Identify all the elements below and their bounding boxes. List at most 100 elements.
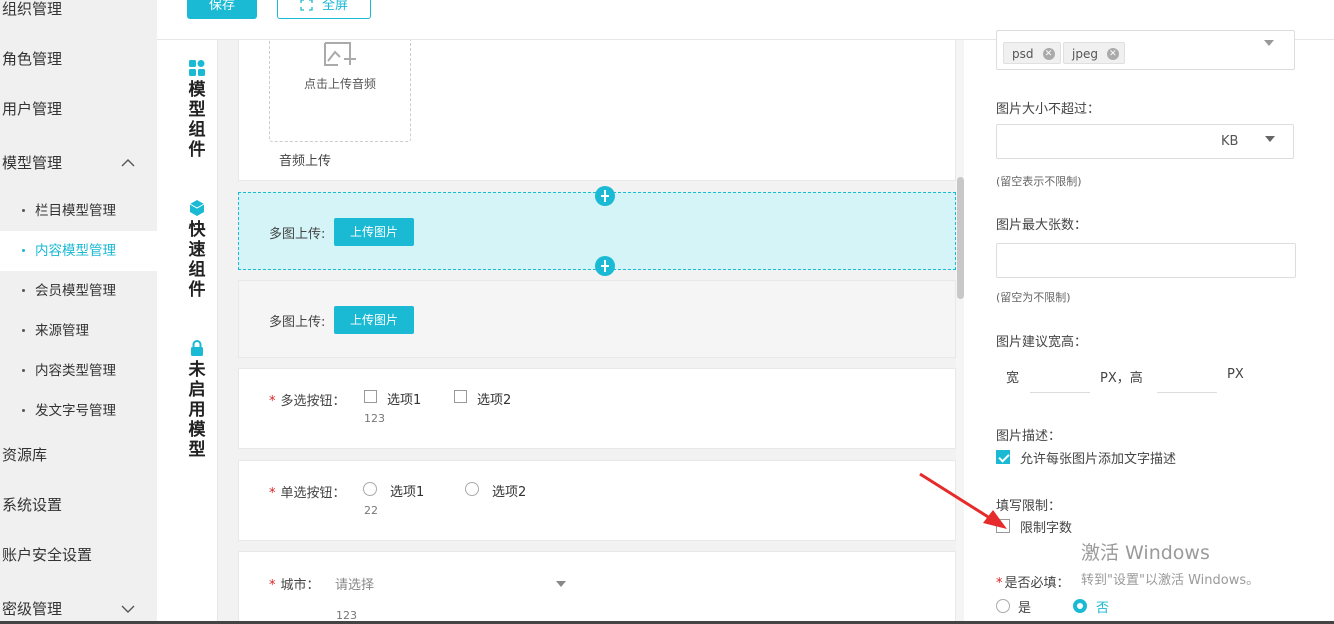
sidebar-item-org[interactable]: 组织管理 <box>2 0 62 21</box>
required-asterisk: * <box>996 576 1003 591</box>
rail-model-components[interactable]: 模型组件 <box>178 60 216 160</box>
tag-label: psd <box>1012 47 1034 61</box>
sidebar-item-resources[interactable]: 资源库 <box>2 443 47 467</box>
sidebar-subitem-label: 会员模型管理 <box>35 283 116 299</box>
checkbox-option-2[interactable] <box>454 390 467 403</box>
rail-group-label: 模型组件 <box>188 80 206 160</box>
sidebar-item-secret-level[interactable]: 密级管理 <box>2 597 152 621</box>
chevron-down-icon <box>121 605 135 613</box>
width-input[interactable] <box>1030 392 1090 393</box>
image-desc-label: 图片描述： <box>996 429 1062 444</box>
image-size-input[interactable]: KB <box>996 124 1294 159</box>
bullet-icon <box>22 209 25 212</box>
checkbox-option-2-label: 选项2 <box>477 393 512 408</box>
audio-upload-label: 音频上传 <box>279 154 332 169</box>
sidebar-subitem-label: 来源管理 <box>35 323 89 339</box>
sidebar-item-label: 用户管理 <box>2 100 63 118</box>
sidebar-item-roles[interactable]: 角色管理 <box>2 47 62 71</box>
required-asterisk: * <box>269 486 276 501</box>
city-field-label-text: 城市： <box>280 578 320 593</box>
bullet-icon <box>22 409 25 412</box>
radio-field-block[interactable]: * 单选按钮： 选项1 选项2 22 <box>238 460 956 541</box>
move-handle-icon[interactable] <box>595 256 615 276</box>
scrollbar-thumb[interactable] <box>957 177 964 299</box>
radio-option-1-label: 选项1 <box>390 485 425 500</box>
sidebar-subitem-label: 内容类型管理 <box>35 363 116 379</box>
sidebar-item-models[interactable]: 模型管理 <box>2 151 152 175</box>
settings-panel: psd ✕ jpeg ✕ 图片大小不超过： KB (留空表示不限制) 图片最大张数：… <box>964 30 1326 624</box>
width-prefix: 宽 <box>1006 371 1020 386</box>
sidebar-subitem-label: 发文字号管理 <box>35 403 116 419</box>
radio-option-1[interactable] <box>363 482 377 496</box>
fullscreen-icon <box>300 0 313 11</box>
save-button[interactable]: 保存 <box>187 0 257 19</box>
required-setting-label: * 是否必填： <box>996 572 1070 591</box>
sidebar-item-label: 模型管理 <box>2 154 63 172</box>
multi-image-label: 多图上传: <box>269 315 326 330</box>
limit-chars-label: 限制字数 <box>1020 521 1073 536</box>
fullscreen-button[interactable]: 全屏 <box>277 0 371 19</box>
rail-quick-components[interactable]: 快速组件 <box>178 200 216 300</box>
audio-upload-block[interactable]: 点击上传音频 音频上传 <box>238 40 956 181</box>
height-unit: PX <box>1227 367 1244 382</box>
max-count-input[interactable] <box>996 243 1296 278</box>
city-field-block[interactable]: * 城市： 请选择 123 <box>238 551 956 624</box>
checkbox-option-1[interactable] <box>364 390 377 403</box>
sidebar: 组织管理 角色管理 用户管理 模型管理 栏目模型管理 内容模型管理 会员模型管理… <box>0 0 157 624</box>
audio-upload-dropzone[interactable]: 点击上传音频 <box>269 40 411 142</box>
image-size-label: 图片大小不超过： <box>996 102 1101 117</box>
sidebar-item-system[interactable]: 系统设置 <box>2 493 62 517</box>
radio-field-value: 22 <box>364 504 378 517</box>
move-handle-icon[interactable] <box>595 186 615 206</box>
sidebar-subitem-label: 栏目模型管理 <box>35 203 116 219</box>
multi-image-label: 多图上传: <box>269 227 326 242</box>
upload-image-button[interactable]: 上传图片 <box>334 218 415 246</box>
checkbox-option-1-label: 选项1 <box>387 393 422 408</box>
required-asterisk: * <box>269 394 276 409</box>
caret-down-icon[interactable] <box>1265 136 1275 142</box>
checkbox-field-block[interactable]: * 多选按钮： 选项1 选项2 123 <box>238 368 956 449</box>
rail-group-label: 快速组件 <box>188 220 206 300</box>
close-icon[interactable]: ✕ <box>1106 48 1119 60</box>
annotation-arrow-icon <box>919 472 1007 529</box>
bullet-icon <box>22 289 25 292</box>
radio-field-label-text: 单选按钮： <box>280 486 346 501</box>
sidebar-item-account-security[interactable]: 账户安全设置 <box>2 543 92 567</box>
sidebar-subitem-content-type[interactable]: 内容类型管理 <box>0 351 157 391</box>
sidebar-subitem-content-model[interactable]: 内容模型管理 <box>0 231 157 271</box>
sidebar-item-label: 账户安全设置 <box>2 546 93 564</box>
close-icon[interactable]: ✕ <box>1042 48 1055 60</box>
rail-disabled-models[interactable]: 未启用模型 <box>178 340 216 460</box>
image-size-hint: (留空表示不限制) <box>996 175 1082 188</box>
allow-desc-checkbox[interactable] <box>996 450 1010 464</box>
component-rail: 模型组件 快速组件 未启用模型 <box>178 40 218 624</box>
file-type-select[interactable]: psd ✕ jpeg ✕ <box>996 30 1295 70</box>
sidebar-subitem-doc-number[interactable]: 发文字号管理 <box>0 391 157 431</box>
sidebar-item-label: 系统设置 <box>2 496 63 514</box>
city-select[interactable]: 请选择 <box>335 574 374 593</box>
required-no-radio[interactable] <box>1073 599 1087 613</box>
caret-down-icon <box>1264 40 1274 46</box>
sidebar-subitem-source[interactable]: 来源管理 <box>0 311 157 351</box>
upload-image-icon <box>324 42 356 66</box>
sidebar-item-users[interactable]: 用户管理 <box>2 97 62 121</box>
sidebar-item-label: 组织管理 <box>2 0 63 18</box>
required-no-label: 否 <box>1096 601 1110 616</box>
radio-option-2[interactable] <box>465 482 479 496</box>
multi-image-block[interactable]: 多图上传: 上传图片 <box>238 280 956 358</box>
bullet-icon <box>22 329 25 332</box>
bullet-icon <box>22 249 25 252</box>
audio-upload-text: 点击上传音频 <box>303 77 376 91</box>
sidebar-item-label: 角色管理 <box>2 50 63 68</box>
windows-activation-watermark: 激活 Windows 转到"设置"以激活 Windows。 <box>1081 538 1259 588</box>
height-input[interactable] <box>1157 392 1217 393</box>
upload-image-button[interactable]: 上传图片 <box>334 306 415 334</box>
suggested-size-label: 图片建议宽高： <box>996 335 1088 350</box>
sidebar-subitem-column-model[interactable]: 栏目模型管理 <box>0 191 157 231</box>
canvas-scrollbar[interactable] <box>956 40 964 624</box>
sidebar-item-label: 资源库 <box>2 446 48 464</box>
caret-down-icon <box>556 581 566 587</box>
required-yes-radio[interactable] <box>996 599 1010 613</box>
city-field-label: * 城市： <box>269 574 320 593</box>
sidebar-subitem-member-model[interactable]: 会员模型管理 <box>0 271 157 311</box>
